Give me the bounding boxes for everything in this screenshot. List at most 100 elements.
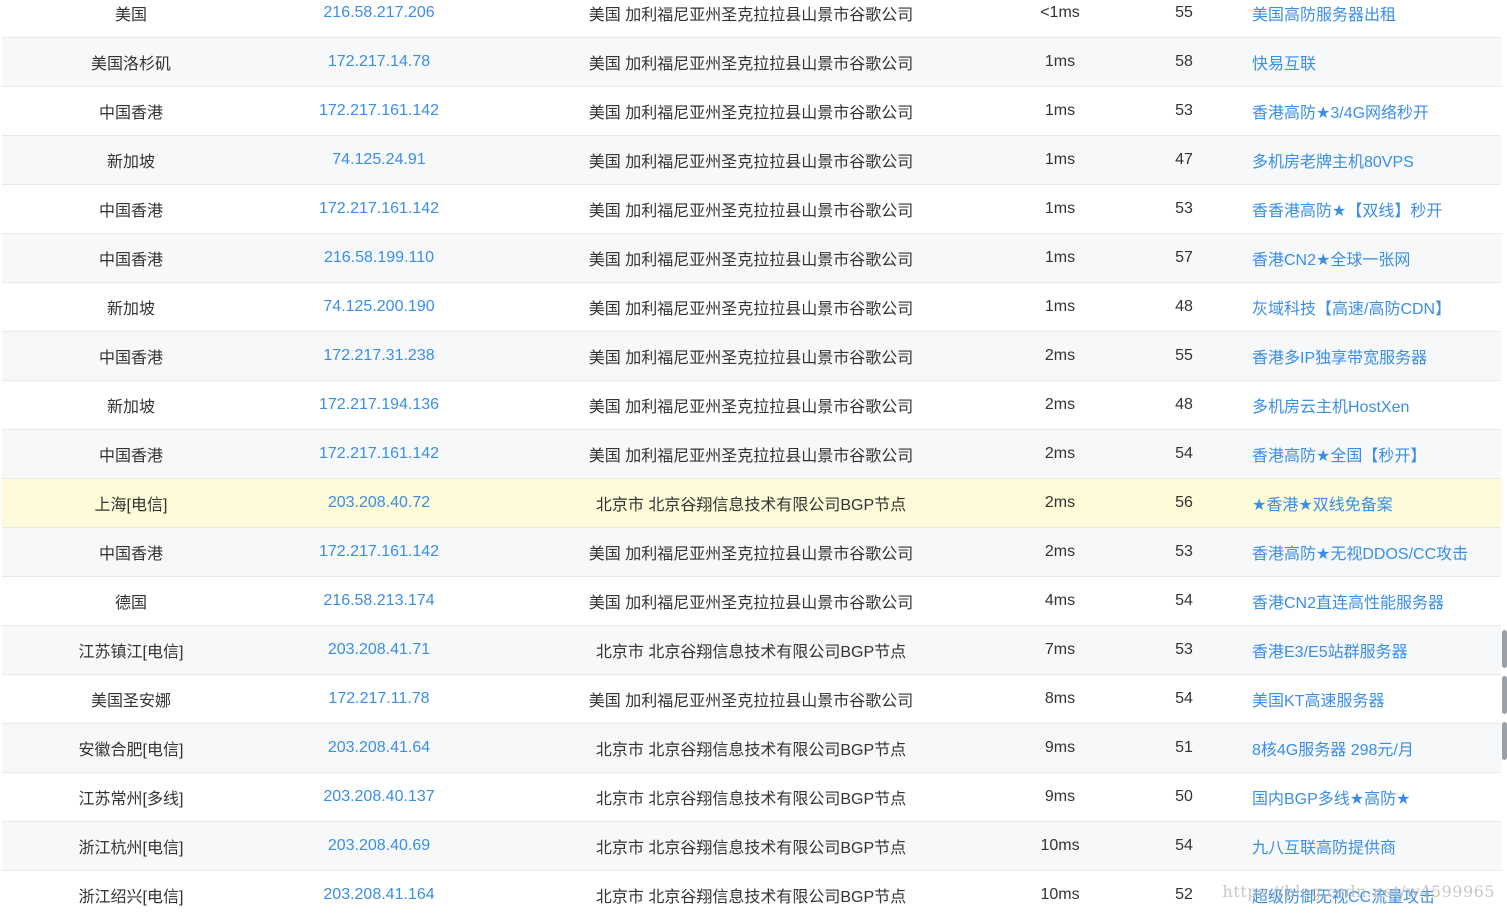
location-cell: 新加坡 [106,399,155,416]
ad-link[interactable]: 香港高防★全国【秒开】 [1252,442,1501,466]
ad-link[interactable]: 香港E3/E5站群服务器 [1252,638,1501,662]
table-row: 中国香港 172.217.161.142 美国 加利福尼亚州圣克拉拉县山景市谷歌公司… [2,87,1501,136]
isp-cell: 北京市 北京谷翔信息技术有限公司BGP节点 [595,889,907,906]
location-cell: 新加坡 [106,301,155,318]
isp-cell: 美国 加利福尼亚州圣克拉拉县山景市谷歌公司 [588,350,914,367]
ip-link[interactable]: 203.208.40.137 [260,788,498,806]
location-cell: 中国香港 [98,350,163,367]
table-row: 新加坡 74.125.200.190 美国 加利福尼亚州圣克拉拉县山景市谷歌公司 1m… [2,283,1501,332]
ip-link[interactable]: 203.208.41.164 [260,886,498,904]
scrollbar-thumb[interactable] [1502,676,1507,714]
ad-link[interactable]: 美国KT高速服务器 [1252,687,1501,711]
isp-cell: 美国 加利福尼亚州圣克拉拉县山景市谷歌公司 [588,154,914,171]
ad-link[interactable]: 快易互联 [1252,50,1501,74]
table-row: 浙江杭州[电信] 203.208.40.69 北京市 北京谷翔信息技术有限公司BGP… [2,822,1501,871]
ip-link[interactable]: 172.217.11.78 [260,690,498,708]
location-cell: 江苏镇江[电信] [78,644,184,661]
isp-cell: 美国 加利福尼亚州圣克拉拉县山景市谷歌公司 [588,595,914,612]
ip-link[interactable]: 172.217.161.142 [260,200,498,218]
table-row: 江苏镇江[电信] 203.208.41.71 北京市 北京谷翔信息技术有限公司BGP… [2,626,1501,675]
ip-link[interactable]: 216.58.217.206 [260,4,498,22]
table-row: 新加坡 172.217.194.136 美国 加利福尼亚州圣克拉拉县山景市谷歌公司 2… [2,381,1501,430]
response-time-cell: 2ms [1044,445,1076,462]
ad-link[interactable]: 美国高防服务器出租 [1252,1,1501,25]
ad-link[interactable]: 8核4G服务器 298元/月 [1252,736,1501,760]
ip-link[interactable]: 216.58.199.110 [260,249,498,267]
ad-link[interactable]: 香港CN2直连高性能服务器 [1252,589,1501,613]
response-time-cell: 8ms [1044,690,1076,707]
response-time-cell: 2ms [1044,347,1076,364]
ad-link[interactable]: 香港多IP独享带宽服务器 [1252,344,1501,368]
ip-link[interactable]: 216.58.213.174 [260,592,498,610]
location-cell: 中国香港 [98,252,163,269]
response-time-cell: 10ms [1040,886,1080,903]
ttl-cell: 53 [1175,543,1193,560]
location-cell: 江苏常州[多线] [78,791,184,808]
ip-link[interactable]: 203.208.41.71 [260,641,498,659]
location-cell: 德国 [114,595,147,612]
response-time-cell: 1ms [1044,53,1076,70]
ip-link[interactable]: 74.125.24.91 [260,151,498,169]
ttl-cell: 56 [1175,494,1193,511]
ad-link[interactable]: 国内BGP多线★高防★ [1252,785,1501,809]
isp-cell: 北京市 北京谷翔信息技术有限公司BGP节点 [595,644,907,661]
ip-link[interactable]: 203.208.41.64 [260,739,498,757]
response-time-cell: 2ms [1044,543,1076,560]
response-time-cell: 1ms [1044,102,1076,119]
ttl-cell: 54 [1175,445,1193,462]
ad-link[interactable]: 香港高防★3/4G网络秒开 [1252,99,1501,123]
ttl-cell: 53 [1175,641,1193,658]
ttl-cell: 54 [1175,592,1193,609]
isp-cell: 美国 加利福尼亚州圣克拉拉县山景市谷歌公司 [588,301,914,318]
scrollbar-thumb[interactable] [1502,630,1507,668]
ad-link[interactable]: ★香港★双线免备案 [1252,491,1501,515]
isp-cell: 美国 加利福尼亚州圣克拉拉县山景市谷歌公司 [588,56,914,73]
location-cell: 浙江杭州[电信] [78,840,184,857]
table-row: 中国香港 172.217.31.238 美国 加利福尼亚州圣克拉拉县山景市谷歌公司 2… [2,332,1501,381]
ip-link[interactable]: 172.217.161.142 [260,102,498,120]
ttl-cell: 55 [1175,4,1193,21]
ip-link[interactable]: 74.125.200.190 [260,298,498,316]
ad-link[interactable]: 香港高防★无视DDOS/CC攻击 [1252,540,1501,564]
ad-link[interactable]: 九八互联高防提供商 [1252,834,1501,858]
ip-link[interactable]: 172.217.194.136 [260,396,498,414]
table-row: 美国圣安娜 172.217.11.78 美国 加利福尼亚州圣克拉拉县山景市谷歌公司 8… [2,675,1501,724]
ttl-cell: 50 [1175,788,1193,805]
isp-cell: 美国 加利福尼亚州圣克拉拉县山景市谷歌公司 [588,105,914,122]
ip-link[interactable]: 203.208.40.69 [260,837,498,855]
ip-link[interactable]: 172.217.161.142 [260,445,498,463]
isp-cell: 北京市 北京谷翔信息技术有限公司BGP节点 [595,791,907,808]
table-row: 江苏常州[多线] 203.208.40.137 北京市 北京谷翔信息技术有限公司BG… [2,773,1501,822]
ad-link[interactable]: 多机房云主机HostXen [1252,393,1501,417]
isp-cell: 北京市 北京谷翔信息技术有限公司BGP节点 [595,742,907,759]
isp-cell: 美国 加利福尼亚州圣克拉拉县山景市谷歌公司 [588,399,914,416]
response-time-cell: 9ms [1044,739,1076,756]
ttl-cell: 53 [1175,102,1193,119]
isp-cell: 美国 加利福尼亚州圣克拉拉县山景市谷歌公司 [588,203,914,220]
scrollbar-thumb[interactable] [1502,722,1507,760]
location-cell: 浙江绍兴[电信] [78,889,184,906]
ad-link[interactable]: 香香港高防★【双线】秒开 [1252,197,1501,221]
table-row: 中国香港 216.58.199.110 美国 加利福尼亚州圣克拉拉县山景市谷歌公司 1… [2,234,1501,283]
table-row: 安徽合肥[电信] 203.208.41.64 北京市 北京谷翔信息技术有限公司BGP… [2,724,1501,773]
ip-link[interactable]: 172.217.161.142 [260,543,498,561]
isp-cell: 美国 加利福尼亚州圣克拉拉县山景市谷歌公司 [588,7,914,24]
isp-cell: 北京市 北京谷翔信息技术有限公司BGP节点 [595,497,907,514]
ip-link[interactable]: 203.208.40.72 [260,494,498,512]
location-cell: 美国洛杉矶 [90,56,171,73]
response-time-cell: 1ms [1044,151,1076,168]
table-row: 中国香港 172.217.161.142 美国 加利福尼亚州圣克拉拉县山景市谷歌公司… [2,185,1501,234]
ttl-cell: 47 [1175,151,1193,168]
scrollbar[interactable] [1501,0,1507,913]
response-time-cell: 1ms [1044,298,1076,315]
ad-link[interactable]: 多机房老牌主机80VPS [1252,148,1501,172]
location-cell: 中国香港 [98,448,163,465]
ttl-cell: 48 [1175,396,1193,413]
ip-link[interactable]: 172.217.31.238 [260,347,498,365]
table-row: 美国洛杉矶 172.217.14.78 美国 加利福尼亚州圣克拉拉县山景市谷歌公司 1… [2,38,1501,87]
ttl-cell: 54 [1175,690,1193,707]
ip-link[interactable]: 172.217.14.78 [260,53,498,71]
watermark: https://blog.csdn.net/w4599965 [1222,882,1495,901]
ad-link[interactable]: 灰域科技【高速/高防CDN】 [1252,295,1501,319]
ad-link[interactable]: 香港CN2★全球一张网 [1252,246,1501,270]
